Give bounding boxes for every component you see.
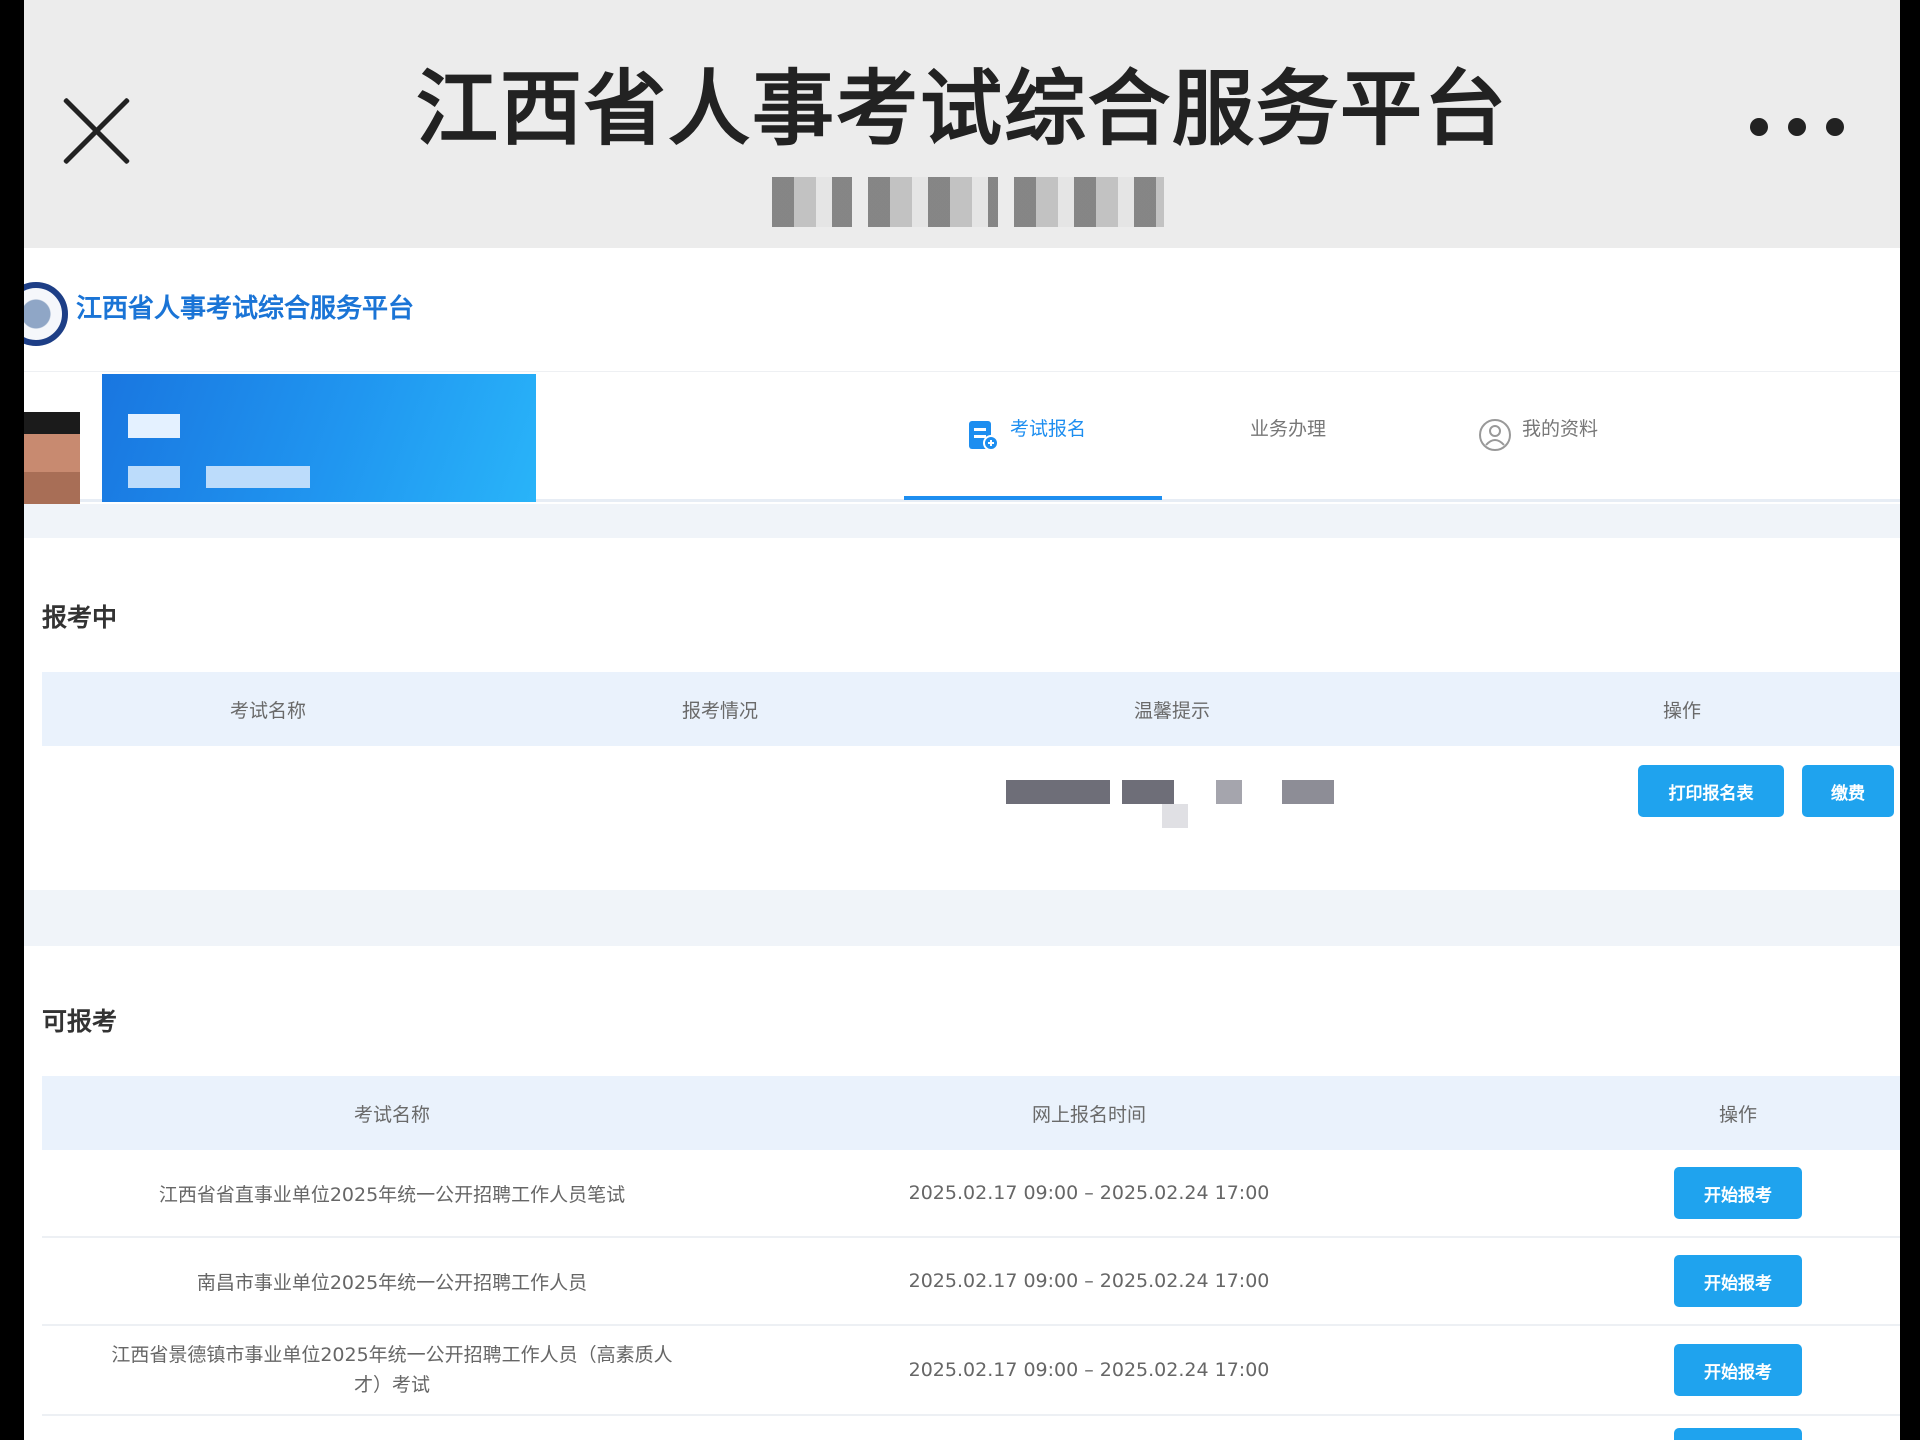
action-cell: 开始报考 [1436, 1344, 1900, 1396]
start-registration-button[interactable]: 开始报考 [1674, 1344, 1802, 1396]
section-divider [24, 890, 1900, 946]
more-horizontal-icon[interactable] [1750, 118, 1844, 136]
table-header: 考试名称 网上报名时间 操作 [42, 1076, 1900, 1150]
column-header: 网上报名时间 [1031, 1103, 1146, 1126]
exam-name: 南昌市事业单位2025年统一公开招聘工作人员 [196, 1271, 588, 1294]
column-header: 操作 [1718, 1103, 1757, 1126]
tab-business[interactable]: 业务办理 [1250, 414, 1326, 502]
tab-exam-registration[interactable]: 考试报名 [966, 414, 1086, 502]
column-header: 考试名称 [353, 1103, 430, 1126]
action-cell: 开始报考 [1436, 1167, 1900, 1219]
user-id-obscured [206, 466, 310, 488]
registering-table: 考试名称 报考情况 温馨提示 操作 打印报名表 缴费 [42, 672, 1900, 836]
section-title-registering: 报考中 [42, 603, 118, 632]
site-header: 江西省人事考试综合服务平台 [24, 248, 1900, 372]
tab-label: 考试报名 [1010, 418, 1087, 440]
column-header: 报考情况 [681, 699, 758, 722]
browser-top-bar: 江西省人事考试综合服务平台 [24, 0, 1900, 248]
site-name[interactable]: 江西省人事考试综合服务平台 [76, 288, 414, 325]
action-cell: 开始报考 [1436, 1255, 1900, 1307]
url-text-obscured [772, 172, 1212, 232]
start-registration-button[interactable]: 开始报考 [1674, 1167, 1802, 1219]
tab-label: 业务办理 [1250, 418, 1327, 440]
registration-time: 2025.02.17 09:00 – 2025.02.24 17:00 [908, 1182, 1270, 1204]
user-info-card [102, 374, 536, 502]
registration-time: 2025.02.17 09:00 – 2025.02.24 17:00 [908, 1359, 1270, 1381]
action-cell: 打印报名表 缴费 [1398, 765, 1900, 817]
action-cell [1436, 1410, 1900, 1440]
section-divider [24, 504, 1900, 538]
user-id-obscured [128, 466, 180, 488]
pay-button[interactable]: 缴费 [1802, 765, 1894, 817]
user-nav-strip: 考试报名 业务办理 我的资料 [24, 374, 1900, 508]
available-table: 考试名称 网上报名时间 操作 江西省省直事业单位2025年统一公开招聘工作人员笔… [42, 1076, 1900, 1440]
print-form-button[interactable]: 打印报名表 [1638, 765, 1784, 817]
table-header: 考试名称 报考情况 温馨提示 操作 [42, 672, 1900, 746]
table-row-partial [42, 1416, 1900, 1440]
window-title: 江西省人事考试综合服务平台 [415, 62, 1508, 157]
active-tab-indicator [904, 496, 1162, 500]
column-header: 温馨提示 [1133, 699, 1210, 722]
tip-cell-obscured [946, 746, 1398, 836]
user-name-obscured [128, 414, 180, 438]
column-header: 操作 [1662, 699, 1701, 722]
table-row: 江西省省直事业单位2025年统一公开招聘工作人员笔试 2025.02.17 09… [42, 1150, 1900, 1238]
exam-name-line: 才）考试 [353, 1374, 430, 1396]
exam-name: 江西省省直事业单位2025年统一公开招聘工作人员笔试 [158, 1183, 626, 1206]
column-header: 考试名称 [229, 699, 306, 722]
start-registration-button[interactable]: 开始报考 [1674, 1255, 1802, 1307]
emblem-logo [24, 282, 68, 346]
exam-registration-icon [969, 421, 999, 451]
registration-time: 2025.02.17 09:00 – 2025.02.24 17:00 [908, 1270, 1270, 1292]
start-registration-button-partial[interactable] [1674, 1427, 1802, 1440]
table-row: 南昌市事业单位2025年统一公开招聘工作人员 2025.02.17 09:00 … [42, 1238, 1900, 1326]
exam-name: 江西省景德镇市事业单位2025年统一公开招聘工作人员（高素质人 才）考试 [42, 1340, 742, 1400]
user-profile-icon [1479, 419, 1511, 451]
tab-my-profile[interactable]: 我的资料 [1478, 414, 1598, 502]
table-row: 打印报名表 缴费 [42, 746, 1900, 836]
table-row: 江西省景德镇市事业单位2025年统一公开招聘工作人员（高素质人 才）考试 202… [42, 1326, 1900, 1416]
section-title-available: 可报考 [42, 1007, 118, 1036]
exam-name-line: 江西省景德镇市事业单位2025年统一公开招聘工作人员（高素质人 [111, 1344, 673, 1366]
avatar [24, 412, 80, 508]
app-screen: 江西省人事考试综合服务平台 江西省人事考试综合服务平台 考试报名 业务办理 我的… [24, 0, 1900, 1440]
tab-label: 我的资料 [1522, 418, 1599, 440]
